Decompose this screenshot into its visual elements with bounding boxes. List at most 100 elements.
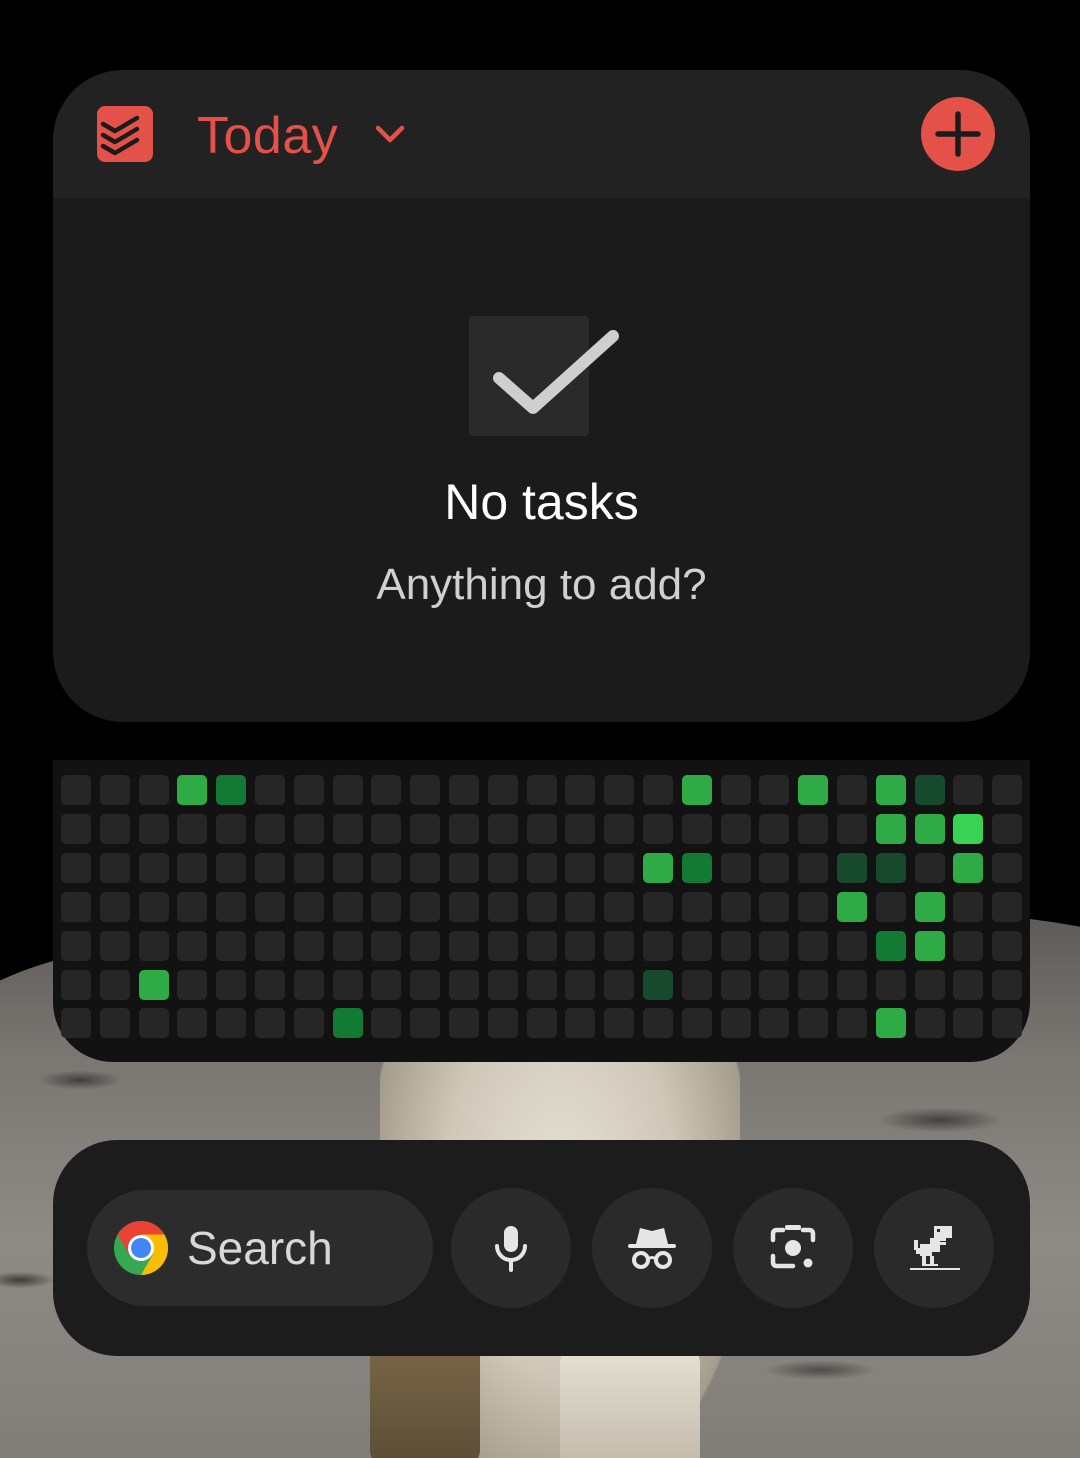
activity-cell bbox=[138, 969, 169, 1000]
activity-cell bbox=[177, 775, 208, 805]
activity-cell bbox=[332, 930, 363, 961]
activity-cell bbox=[875, 891, 906, 922]
incognito-icon bbox=[628, 1228, 676, 1269]
activity-cell bbox=[293, 852, 324, 883]
activity-cell bbox=[138, 813, 169, 844]
activity-cell bbox=[992, 969, 1023, 1000]
activity-cell bbox=[216, 1008, 247, 1039]
activity-cell bbox=[643, 1008, 673, 1039]
activity-cell bbox=[798, 891, 829, 922]
activity-cell bbox=[410, 1008, 441, 1039]
activity-cell bbox=[138, 891, 169, 922]
activity-cell bbox=[759, 891, 790, 922]
activity-cell bbox=[875, 969, 906, 1000]
activity-cell bbox=[371, 969, 402, 1000]
activity-cell bbox=[449, 852, 479, 883]
todoist-widget[interactable]: Today No tasks Anything to add? bbox=[53, 70, 1030, 722]
activity-cell bbox=[992, 891, 1023, 922]
activity-cell bbox=[255, 775, 285, 805]
activity-cell bbox=[681, 775, 712, 805]
activity-cell bbox=[604, 969, 635, 1000]
activity-cell bbox=[371, 891, 402, 922]
activity-cell bbox=[61, 775, 91, 805]
activity-cell bbox=[992, 930, 1023, 961]
search-placeholder: Search bbox=[187, 1222, 333, 1274]
activity-cell bbox=[177, 930, 208, 961]
activity-cell bbox=[487, 891, 518, 922]
activity-cell bbox=[332, 891, 363, 922]
activity-cell bbox=[953, 969, 984, 1000]
todo-filter-title[interactable]: Today bbox=[197, 106, 338, 166]
activity-cell bbox=[837, 775, 867, 805]
activity-cell bbox=[526, 930, 557, 961]
activity-cell bbox=[759, 930, 790, 961]
empty-state-title: No tasks bbox=[444, 474, 639, 530]
activity-cell bbox=[604, 852, 635, 883]
activity-cell bbox=[449, 813, 479, 844]
activity-cell bbox=[255, 1008, 285, 1039]
activity-cell bbox=[410, 969, 441, 1000]
activity-cell bbox=[216, 813, 247, 844]
activity-cell bbox=[487, 930, 518, 961]
activity-cell bbox=[255, 852, 285, 883]
activity-cell bbox=[61, 813, 91, 844]
activity-cell bbox=[837, 813, 867, 844]
activity-cell bbox=[643, 891, 673, 922]
activity-cell bbox=[759, 775, 790, 805]
activity-cell bbox=[720, 1008, 751, 1039]
todoist-logo-icon[interactable] bbox=[97, 106, 153, 162]
activity-cell bbox=[410, 930, 441, 961]
activity-cell bbox=[371, 852, 402, 883]
activity-cell bbox=[61, 852, 91, 883]
activity-cell bbox=[914, 813, 945, 844]
activity-cell bbox=[138, 852, 169, 883]
activity-cell bbox=[255, 930, 285, 961]
activity-cell bbox=[992, 852, 1023, 883]
activity-cell bbox=[953, 891, 984, 922]
chevron-down-icon[interactable] bbox=[373, 120, 407, 150]
activity-cell bbox=[332, 1008, 363, 1039]
activity-cell bbox=[992, 813, 1023, 844]
activity-cell bbox=[759, 852, 790, 883]
activity-cell bbox=[720, 969, 751, 1000]
incognito-button[interactable] bbox=[592, 1188, 712, 1308]
activity-cell bbox=[216, 852, 247, 883]
chrome-logo-icon bbox=[113, 1220, 169, 1276]
activity-cell bbox=[914, 1008, 945, 1039]
activity-cell bbox=[371, 775, 402, 805]
activity-cell bbox=[371, 1008, 402, 1039]
add-task-button[interactable] bbox=[921, 97, 995, 171]
activity-cell bbox=[138, 930, 169, 961]
activity-cell bbox=[449, 969, 479, 1000]
activity-cell bbox=[177, 1008, 208, 1039]
microphone-icon bbox=[495, 1226, 527, 1272]
activity-cell bbox=[798, 930, 829, 961]
activity-cell bbox=[526, 852, 557, 883]
activity-cell bbox=[293, 1008, 324, 1039]
activity-cell bbox=[371, 930, 402, 961]
activity-cell bbox=[681, 969, 712, 1000]
activity-cell bbox=[643, 969, 673, 1000]
activity-cell bbox=[410, 891, 441, 922]
activity-cell bbox=[914, 969, 945, 1000]
dino-game-button[interactable] bbox=[874, 1188, 994, 1308]
dino-game-icon bbox=[910, 1226, 960, 1270]
activity-cell bbox=[216, 775, 247, 805]
activity-cell bbox=[604, 891, 635, 922]
search-bar[interactable]: Search bbox=[87, 1190, 433, 1306]
activity-cell bbox=[992, 1008, 1023, 1039]
voice-search-button[interactable] bbox=[451, 1188, 571, 1308]
activity-cell bbox=[875, 1008, 906, 1039]
activity-cell bbox=[914, 891, 945, 922]
activity-cell bbox=[798, 969, 829, 1000]
activity-cell bbox=[410, 852, 441, 883]
activity-cell bbox=[720, 930, 751, 961]
lens-camera-icon bbox=[770, 1225, 816, 1269]
activity-cell bbox=[565, 813, 596, 844]
activity-cell bbox=[914, 775, 945, 805]
lens-button[interactable] bbox=[733, 1188, 853, 1308]
activity-grid-widget[interactable] bbox=[53, 760, 1030, 1062]
activity-cell bbox=[293, 930, 324, 961]
activity-cell bbox=[720, 775, 751, 805]
activity-cell bbox=[526, 813, 557, 844]
